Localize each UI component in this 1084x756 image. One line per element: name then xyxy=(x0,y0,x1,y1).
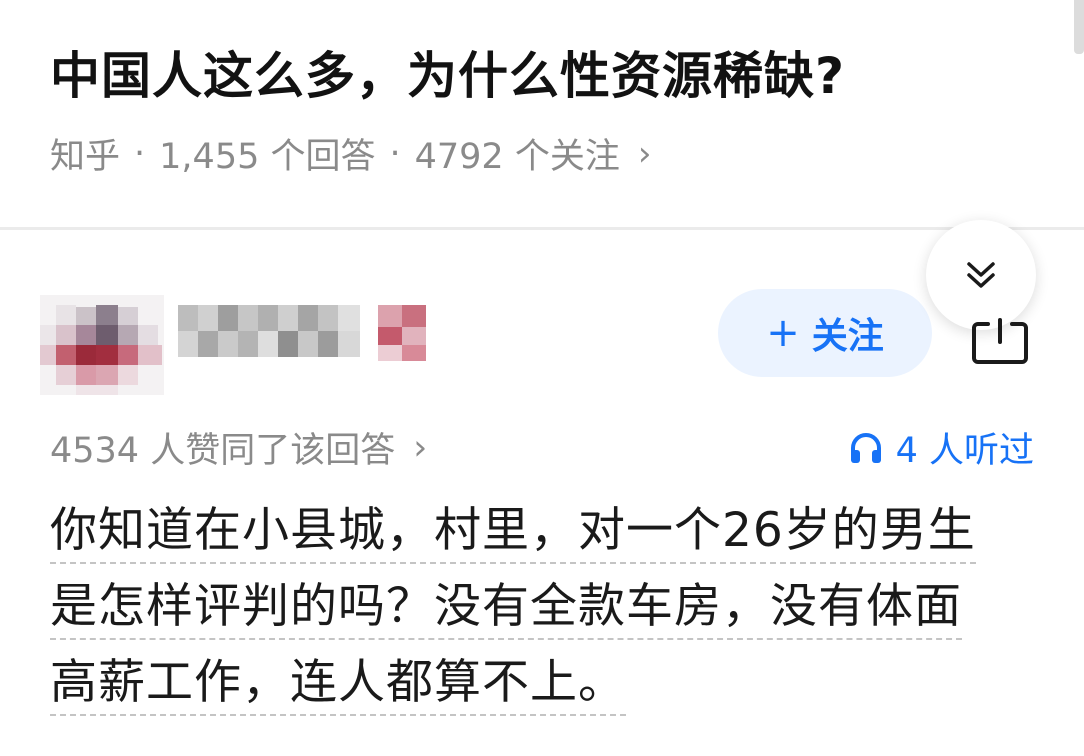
answer-text-line: 是怎样评判的吗？没有全款车房，没有体面 xyxy=(50,576,962,640)
author-name[interactable] xyxy=(178,305,448,363)
plus-icon: + xyxy=(766,310,800,356)
meta-separator: · xyxy=(134,133,146,174)
question-title[interactable]: 中国人这么多，为什么性资源稀缺? xyxy=(50,36,845,108)
follow-button[interactable]: + 关注 xyxy=(718,289,932,377)
listen-button[interactable]: 4 人听过 xyxy=(848,422,1034,473)
answer-text-line: 高薪工作，连人都算不上。 xyxy=(50,652,626,716)
vote-count-link[interactable]: 4534 人赞同了该回答 › xyxy=(50,422,427,473)
answer-count: 1,455 个回答 xyxy=(159,137,376,177)
question-meta[interactable]: 知乎 · 1,455 个回答 · 4792 个关注 › xyxy=(50,128,651,179)
scrollbar[interactable] xyxy=(1074,0,1084,56)
vote-count: 4534 人赞同了该回答 xyxy=(50,431,396,471)
follower-count: 4792 个关注 xyxy=(414,137,620,177)
headphones-icon xyxy=(850,432,881,463)
share-button[interactable] xyxy=(970,314,1030,366)
double-chevron-down-icon xyxy=(967,262,995,288)
meta-separator: · xyxy=(389,133,401,174)
scrollbar-thumb[interactable] xyxy=(1074,0,1084,54)
answer-text-line: 你知道在小县城，村里，对一个26岁的男生 xyxy=(50,500,976,564)
chevron-right-icon: › xyxy=(413,427,428,468)
share-icon xyxy=(972,318,1028,364)
listen-count: 4 人听过 xyxy=(895,431,1034,471)
chevron-right-icon: › xyxy=(637,133,652,174)
author-avatar[interactable] xyxy=(40,295,164,395)
source-label: 知乎 xyxy=(50,137,121,177)
answer-body[interactable]: 你知道在小县城，村里，对一个26岁的男生 是怎样评判的吗？没有全款车房，没有体面… xyxy=(50,496,1040,724)
section-divider xyxy=(0,227,1084,230)
follow-button-label: 关注 xyxy=(811,316,884,357)
